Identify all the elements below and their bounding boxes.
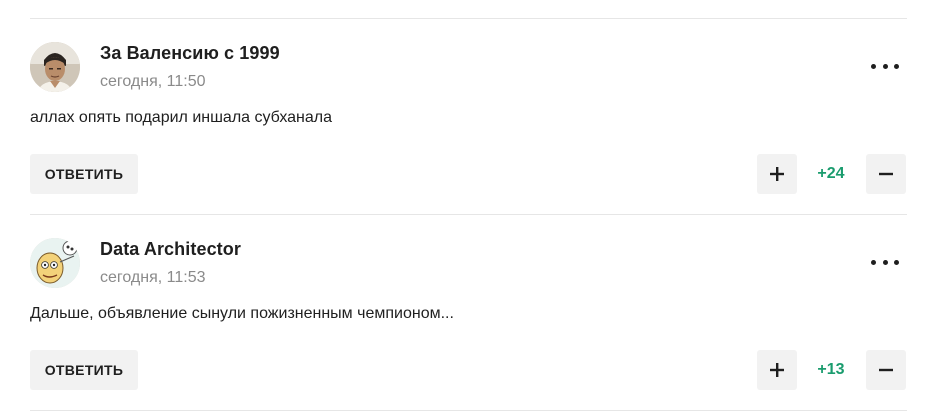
dot (871, 63, 876, 69)
downvote-button[interactable] (866, 154, 906, 194)
plus-icon (770, 363, 784, 377)
more-dots-icon[interactable] (871, 59, 899, 73)
vote-score: +24 (817, 165, 845, 182)
downvote-button[interactable] (866, 350, 906, 390)
minus-icon (879, 368, 893, 372)
dot (894, 63, 899, 69)
comment-author[interactable]: Data Architector (100, 239, 241, 260)
reply-button[interactable]: ОТВЕТИТЬ (30, 154, 138, 194)
upvote-button[interactable] (757, 350, 797, 390)
reply-button[interactable]: ОТВЕТИТЬ (30, 350, 138, 390)
comment-text: Дальше, объявление сынули пожизненным че… (30, 305, 454, 322)
minus-icon (879, 172, 893, 176)
comment-item: За Валенсию с 1999 сегодня, 11:50 аллах … (30, 19, 907, 215)
comment-timestamp: сегодня, 11:53 (100, 269, 206, 286)
dot (882, 63, 888, 69)
comment-author[interactable]: За Валенсию с 1999 (100, 43, 280, 64)
user-photo-avatar[interactable] (30, 42, 80, 92)
divider (30, 410, 907, 411)
more-dots-icon[interactable] (871, 255, 899, 269)
dot (882, 259, 888, 265)
dot (894, 259, 899, 265)
dot (871, 259, 876, 265)
cartoon-avatar[interactable] (30, 238, 80, 288)
comment-text: аллах опять подарил иншала субханала (30, 109, 332, 126)
comment-timestamp: сегодня, 11:50 (100, 73, 206, 90)
vote-score: +13 (817, 361, 845, 378)
upvote-button[interactable] (757, 154, 797, 194)
comment-item: Data Architector сегодня, 11:53 Дальше, … (30, 215, 907, 411)
plus-icon (770, 167, 784, 181)
